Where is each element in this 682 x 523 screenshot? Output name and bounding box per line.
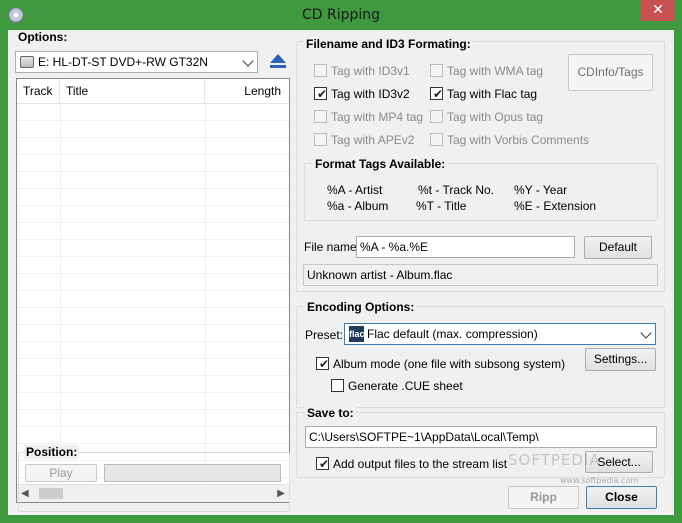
table-row[interactable]: [17, 274, 289, 291]
table-row[interactable]: [17, 257, 289, 274]
table-row[interactable]: [17, 223, 289, 240]
table-row[interactable]: [17, 104, 289, 121]
dialog-client-area: Options: E: HL-DT-ST DVD+-RW GT32N Track…: [8, 30, 674, 515]
table-row[interactable]: [17, 376, 289, 393]
format-tag-artist: %A - Artist: [327, 183, 383, 197]
table-row[interactable]: [17, 189, 289, 206]
window-title: CD Ripping: [301, 7, 381, 23]
encoding-options-label: Encoding Options:: [305, 300, 417, 314]
table-row[interactable]: [17, 308, 289, 325]
position-group: [18, 452, 290, 512]
eject-icon[interactable]: [268, 52, 288, 72]
table-row[interactable]: [17, 138, 289, 155]
table-row[interactable]: [17, 393, 289, 410]
flac-icon: flac: [349, 326, 365, 342]
drive-icon: [20, 56, 34, 68]
save-path-input[interactable]: C:\Users\SOFTPE~1\AppData\Local\Temp\: [305, 426, 657, 448]
format-tag-extension: %E - Extension: [514, 199, 597, 213]
track-list-header: Track Title Length: [17, 79, 289, 104]
cd-ripping-window: CD Ripping ✕ Options: E: HL-DT-ST DVD+-R…: [0, 0, 682, 523]
close-button[interactable]: Close: [586, 486, 657, 509]
file-name-label: File name:: [304, 240, 361, 254]
table-row[interactable]: [17, 206, 289, 223]
format-tag-album: %a - Album: [327, 199, 389, 213]
softpedia-watermark: SOFTPEDIA: [508, 451, 601, 469]
checkmark-icon: ✔: [433, 87, 444, 101]
softpedia-watermark-url: www.softpedia.com: [560, 476, 639, 485]
table-row[interactable]: [17, 410, 289, 427]
save-to-label: Save to:: [305, 406, 356, 420]
column-header-length[interactable]: Length: [205, 79, 289, 103]
settings-button[interactable]: Settings...: [585, 348, 656, 371]
column-header-title[interactable]: Title: [60, 79, 205, 103]
table-row[interactable]: [17, 325, 289, 342]
table-row[interactable]: [17, 172, 289, 189]
checkmark-icon: ✔: [319, 357, 330, 371]
window-close-button[interactable]: ✕: [641, 0, 675, 21]
checkmark-icon: ✔: [319, 457, 330, 471]
format-tag-title: %T - Title: [416, 199, 467, 213]
drive-select-value: E: HL-DT-ST DVD+-RW GT32N: [38, 55, 208, 69]
table-row[interactable]: [17, 240, 289, 257]
checkmark-icon: ✔: [317, 87, 328, 101]
chevron-down-icon: [640, 327, 652, 339]
title-bar[interactable]: CD Ripping ✕: [0, 0, 682, 30]
position-progress-bar[interactable]: [104, 464, 281, 482]
file-name-input[interactable]: %A - %a.%E: [356, 236, 575, 258]
table-row[interactable]: [17, 342, 289, 359]
format-tag-track-no: %t - Track No.: [418, 183, 495, 197]
preset-label: Preset:: [305, 328, 344, 342]
format-tags-label: Format Tags Available:: [313, 157, 448, 171]
table-row[interactable]: [17, 155, 289, 172]
column-header-track[interactable]: Track: [17, 79, 60, 103]
preset-select[interactable]: flac Flac default (max. compression): [344, 323, 656, 345]
format-tag-year: %Y - Year: [514, 183, 568, 197]
chevron-down-icon: [242, 55, 254, 67]
table-row[interactable]: [17, 291, 289, 308]
drive-select[interactable]: E: HL-DT-ST DVD+-RW GT32N: [15, 51, 258, 73]
track-list[interactable]: Track Title Length ◀ ▶: [16, 78, 290, 503]
table-row[interactable]: [17, 427, 289, 444]
default-button[interactable]: Default: [584, 236, 652, 259]
position-label: Position:: [24, 445, 80, 459]
options-label: Options:: [18, 30, 68, 44]
filename-preview: Unknown artist - Album.flac: [303, 264, 658, 286]
table-row[interactable]: [17, 121, 289, 138]
cdinfo-tags-button[interactable]: CDInfo/Tags: [568, 54, 653, 91]
preset-value: Flac default (max. compression): [367, 327, 538, 341]
filename-id3-label: Filename and ID3 Formating:: [304, 37, 473, 51]
play-button[interactable]: Play: [25, 464, 97, 482]
ripp-button[interactable]: Ripp: [508, 486, 579, 509]
table-row[interactable]: [17, 359, 289, 376]
